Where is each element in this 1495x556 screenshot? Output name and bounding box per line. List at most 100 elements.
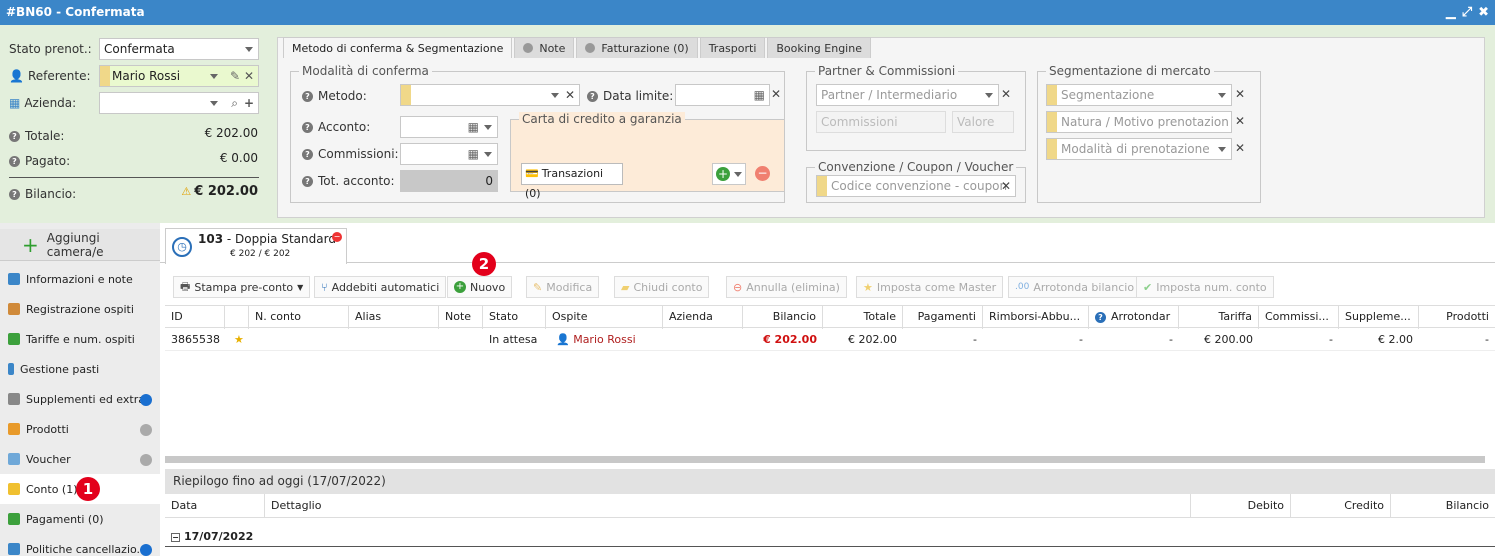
clear-icon[interactable]: ✕ <box>1001 87 1011 101</box>
clear-icon[interactable]: ✕ <box>565 85 575 105</box>
col-ospite[interactable]: Ospite <box>546 306 663 329</box>
summary-col-credito[interactable]: Credito <box>1291 494 1391 518</box>
tab-label: Fatturazione (0) <box>601 41 689 55</box>
summary-col-data[interactable]: Data <box>165 494 265 518</box>
sidebar-item-prodotti[interactable]: Prodotti <box>0 414 160 444</box>
partner-select[interactable]: Partner / Intermediario <box>816 84 999 106</box>
help-icon: ? <box>9 130 20 142</box>
collapse-icon[interactable]: − <box>171 533 180 542</box>
modalita-prenotazione-select[interactable]: Modalità di prenotazione <box>1046 138 1232 160</box>
edit-icon[interactable]: ✎ <box>230 66 240 86</box>
bilancio-value: € 202.00 <box>194 184 258 199</box>
summary-col-debito[interactable]: Debito <box>1191 494 1291 518</box>
tab-room[interactable]: ◷ 103 - Doppia Standard € 202 / € 202 − <box>165 228 347 264</box>
summary-group-row[interactable]: −17/07/2022 <box>165 527 1495 547</box>
tab-metodo[interactable]: Metodo di conferma & Segmentazione <box>283 37 513 58</box>
chevron-down-icon[interactable] <box>210 74 218 79</box>
clear-icon[interactable]: ✕ <box>1235 114 1245 128</box>
col-pagamenti[interactable]: Pagamenti <box>903 306 983 329</box>
tab-trasporti[interactable]: Trasporti <box>699 37 766 58</box>
nuovo-button[interactable]: + Nuovo <box>447 276 513 298</box>
arrotonda-button[interactable]: .00 Arrotonda bilancio <box>1008 276 1142 298</box>
sidebar-item-pasti[interactable]: Gestione pasti <box>0 354 160 384</box>
referente-field[interactable]: Mario Rossi ✎ ✕ <box>99 65 259 87</box>
valore-field[interactable]: Valore <box>952 111 1014 133</box>
imposta-master-button[interactable]: ★ Imposta come Master <box>856 276 1004 298</box>
col-supplementi[interactable]: Suppleme... <box>1339 306 1419 329</box>
col-nconto[interactable]: N. conto <box>249 306 349 329</box>
col-commissioni[interactable]: Commissi... <box>1259 306 1339 329</box>
annulla-button[interactable]: ⊖ Annulla (elimina) <box>726 276 847 298</box>
col-alias[interactable]: Alias <box>349 306 439 329</box>
col-bilancio[interactable]: Bilancio <box>743 306 823 329</box>
sidebar-item-tariffe[interactable]: Tariffe e num. ospiti <box>0 324 160 354</box>
add-icon[interactable]: + <box>244 93 254 113</box>
tab-note[interactable]: Note <box>514 37 575 58</box>
metodo-select[interactable]: ✕ <box>400 84 580 106</box>
col-id[interactable]: ID <box>165 306 225 329</box>
horizontal-scrollbar[interactable] <box>165 456 1485 463</box>
sidebar-item-politiche[interactable]: Politiche cancellazio... <box>0 534 160 556</box>
col-rimborsi[interactable]: Rimborsi-Abbu... <box>983 306 1089 329</box>
col-stato[interactable]: Stato <box>483 306 546 329</box>
sidebar-item-informazioni[interactable]: Informazioni e note <box>0 264 160 294</box>
money-icon <box>8 513 20 525</box>
col-star[interactable] <box>225 306 249 329</box>
sidebar-item-supplementi[interactable]: Supplementi ed extra <box>0 384 160 414</box>
sidebar-item-voucher[interactable]: Voucher <box>0 444 160 474</box>
calculator-icon[interactable]: ▦ <box>468 144 479 164</box>
clear-icon[interactable]: ✕ <box>1001 176 1011 196</box>
chevron-down-icon: ▼ <box>297 282 304 292</box>
row-ospite[interactable]: 👤 Mario Rossi <box>550 329 642 351</box>
maximize-icon[interactable]: ⤢ <box>1462 0 1472 25</box>
add-card-button[interactable]: + <box>712 163 746 185</box>
add-room-button[interactable]: + Aggiungi camera/e <box>0 229 160 261</box>
booking-window: #BN60 - Confermata ▁ ⤢ ✖ Stato prenot.: … <box>0 0 1495 556</box>
chiudi-conto-button[interactable]: ▰ Chiudi conto <box>614 276 710 298</box>
natura-select[interactable]: Natura / Motivo prenotazion <box>1046 111 1232 133</box>
sidebar-item-pagamenti[interactable]: Pagamenti (0) <box>0 504 160 534</box>
azienda-field[interactable]: ⌕ + <box>99 92 259 114</box>
sidebar-item-registrazione[interactable]: Registrazione ospiti <box>0 294 160 324</box>
col-tariffa[interactable]: Tariffa <box>1179 306 1259 329</box>
required-marker <box>1047 139 1057 159</box>
col-prodotti[interactable]: Prodotti <box>1419 306 1495 329</box>
imposta-num-conto-button[interactable]: ✔ Imposta num. conto <box>1136 276 1274 298</box>
modifica-button[interactable]: ✎ Modifica <box>526 276 600 298</box>
stampa-preconto-button[interactable]: 🖶 Stampa pre-conto ▼ <box>173 276 311 298</box>
transazioni-button[interactable]: 💳 Transazioni (0) <box>521 163 623 200</box>
col-note[interactable]: Note <box>439 306 483 329</box>
stato-select[interactable]: Confermata <box>99 38 259 60</box>
close-icon[interactable]: ✖ <box>1478 0 1489 25</box>
star-icon[interactable]: ★ <box>228 329 250 351</box>
data-limite-field[interactable]: ▦ <box>675 84 770 106</box>
help-icon: ? <box>9 188 20 200</box>
calculator-icon[interactable]: ▦ <box>468 117 479 137</box>
clear-icon[interactable]: ✕ <box>1235 87 1245 101</box>
col-totale[interactable]: Totale <box>823 306 903 329</box>
clear-icon[interactable]: ✕ <box>1235 141 1245 155</box>
summary-col-bilancio[interactable]: Bilancio <box>1391 494 1495 518</box>
remove-card-icon[interactable]: − <box>755 166 770 181</box>
tab-booking-engine[interactable]: Booking Engine <box>767 37 871 58</box>
col-azienda[interactable]: Azienda <box>663 306 743 329</box>
addebiti-automatici-button[interactable]: ⑂ Addebiti automatici <box>314 276 447 298</box>
building-icon: ▦ <box>9 96 21 110</box>
calendar-icon[interactable]: ▦ <box>754 85 765 105</box>
summary-col-dettaglio[interactable]: Dettaglio <box>265 494 1191 518</box>
commissioni-select[interactable]: Commissioni <box>816 111 946 133</box>
acconto-field[interactable]: ▦ <box>400 116 498 138</box>
close-tab-icon[interactable]: − <box>332 232 342 242</box>
commissioni-field[interactable]: ▦ <box>400 143 498 165</box>
codice-field[interactable]: Codice convenzione - coupon ✕ <box>816 175 1016 197</box>
minimize-icon[interactable]: ▁ <box>1446 0 1456 25</box>
clear-icon[interactable]: ✕ <box>244 66 254 86</box>
col-arrotondamento[interactable]: ? Arrotondar <box>1089 306 1179 329</box>
clear-icon[interactable]: ✕ <box>771 87 781 101</box>
segmentazione-select[interactable]: Segmentazione <box>1046 84 1232 106</box>
table-row[interactable]: 3865538 ★ In attesa 👤 Mario Rossi € 202.… <box>165 329 1495 351</box>
search-icon[interactable]: ⌕ <box>231 93 238 113</box>
tab-fatturazione[interactable]: Fatturazione (0) <box>576 37 698 58</box>
chevron-down-icon[interactable] <box>210 101 218 106</box>
modalita-legend: Modalità di conferma <box>299 64 432 78</box>
